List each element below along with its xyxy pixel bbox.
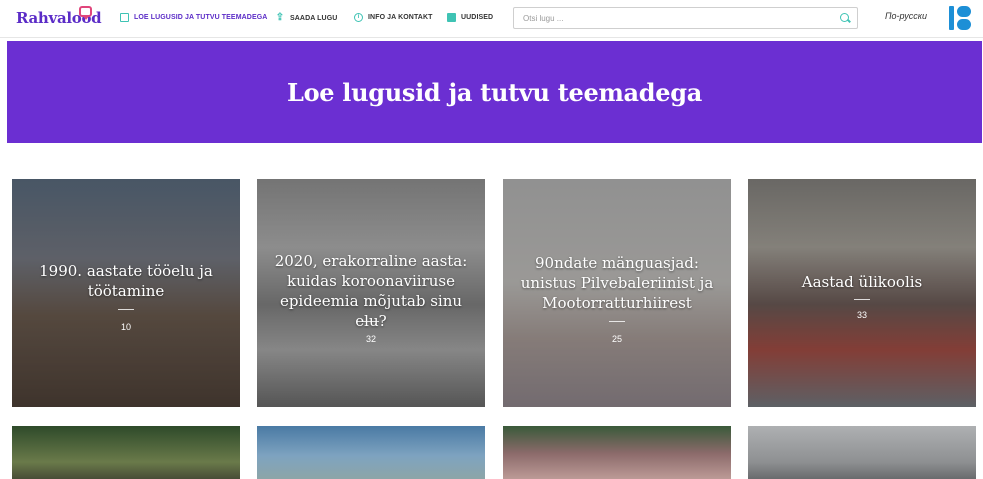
nav-item-label: UUDISED xyxy=(461,14,494,21)
topic-card-title: 2020, erakorraline aasta: kuidas koroona… xyxy=(274,252,468,330)
topic-card-count: 33 xyxy=(856,310,867,320)
upload-icon: ⇪ xyxy=(275,12,285,23)
topic-card[interactable] xyxy=(748,426,976,479)
topic-card[interactable]: 90ndate mänguasjad: unistus Pilvebalerii… xyxy=(503,179,731,407)
speech-bubble-icon xyxy=(79,6,92,20)
book-icon xyxy=(120,13,129,22)
language-switch[interactable]: По-русски xyxy=(885,11,927,21)
divider xyxy=(363,321,379,322)
topic-card-count: 32 xyxy=(365,334,376,344)
nav-item-label: SAADA LUGU xyxy=(290,14,338,22)
nav-item-label: INFO JA KONTAKT xyxy=(368,14,433,21)
topic-card[interactable]: 2020, erakorraline aasta: kuidas koroona… xyxy=(257,179,485,407)
nav-item-label: LOE LUGUSID JA TUTVU TEEMADEGA xyxy=(134,14,268,21)
news-icon xyxy=(447,13,456,22)
top-navigation-bar: Rahvalood LOE LUGUSID JA TUTVU TEEMADEGA… xyxy=(0,0,983,38)
nav-item-read-stories[interactable]: LOE LUGUSID JA TUTVU TEEMADEGA xyxy=(120,13,267,22)
search-input[interactable] xyxy=(514,8,834,28)
nav-item-send-story[interactable]: ⇪ SAADA LUGU xyxy=(275,12,338,23)
search-box xyxy=(513,7,858,29)
err-logo[interactable] xyxy=(949,6,971,30)
topic-card[interactable] xyxy=(12,426,240,479)
topic-card[interactable] xyxy=(503,426,731,479)
nav-item-info-contact[interactable]: i INFO JA KONTAKT xyxy=(354,13,433,22)
page-title: Loe lugusid ja tutvu teemadega xyxy=(287,77,702,107)
divider xyxy=(609,321,625,322)
topic-card-count: 10 xyxy=(120,322,131,332)
topic-card[interactable] xyxy=(257,426,485,479)
topic-card[interactable]: Aastad ülikoolis 33 xyxy=(748,179,976,407)
topic-card-count: 25 xyxy=(611,334,622,344)
topic-card-title: Aastad ülikoolis xyxy=(801,273,923,291)
topic-card-title: 90ndate mänguasjad: unistus Pilvebalerii… xyxy=(520,254,714,312)
topic-card-title: 1990. aastate tööelu ja töötamine xyxy=(39,262,213,300)
topic-card[interactable]: 1990. aastate tööelu ja töötamine 10 xyxy=(12,179,240,407)
divider xyxy=(118,309,134,310)
nav-item-news[interactable]: UUDISED xyxy=(447,13,493,22)
divider xyxy=(854,299,870,300)
hero-banner: Loe lugusid ja tutvu teemadega xyxy=(7,41,982,143)
info-icon: i xyxy=(354,13,363,22)
search-icon[interactable] xyxy=(840,13,849,22)
